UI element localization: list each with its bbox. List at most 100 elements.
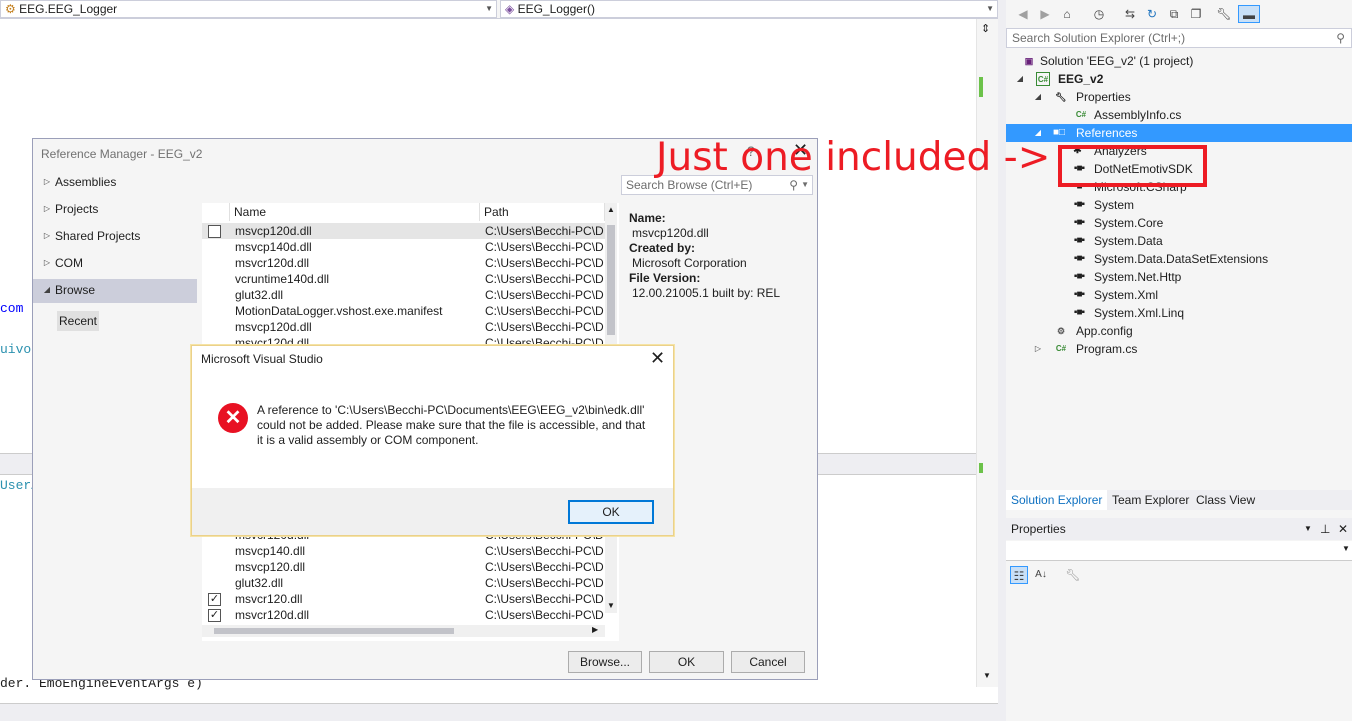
scroll-thumb[interactable] — [607, 225, 615, 335]
scroll-thumb[interactable] — [214, 628, 454, 634]
scroll-right-icon[interactable]: ▶ — [592, 625, 598, 634]
tree-item-reference[interactable]: ▪■▪ System.Data.DataSetExtensions — [1006, 250, 1352, 268]
tree-item-reference[interactable]: ▪■▪ System.Xml.Linq — [1006, 304, 1352, 322]
column-header-name[interactable]: Name — [230, 203, 480, 221]
tree-item-assemblyinfo[interactable]: C# AssemblyInfo.cs — [1006, 106, 1352, 124]
reference-icon: ▪■▪ — [1073, 217, 1085, 228]
preview-icon[interactable]: ▬ — [1238, 5, 1260, 23]
tree-item-label: AssemblyInfo.cs — [1094, 108, 1182, 122]
tree-item-references[interactable]: ◢ ■□ References — [1006, 124, 1352, 142]
editor-scrollbar[interactable]: ⇕ ▼ — [976, 19, 998, 687]
tree-item-reference[interactable]: ▪■▪ System.Net.Http — [1006, 268, 1352, 286]
category-com[interactable]: ▷ COM — [33, 252, 197, 276]
alphabetical-icon[interactable]: A↓ — [1032, 566, 1050, 584]
list-item[interactable]: msvcp120.dll C:\Users\Becchi-PC\D — [202, 559, 610, 575]
wrench-icon[interactable]: 🔧︎ — [1064, 566, 1082, 584]
tree-item-reference[interactable]: ▪■▪ System — [1006, 196, 1352, 214]
tree-item-label: Program.cs — [1076, 342, 1138, 356]
scroll-down-icon[interactable]: ▼ — [607, 601, 615, 610]
list-item[interactable]: msvcp120d.dll C:\Users\Becchi-PC\D — [202, 223, 610, 239]
expanded-arrow-icon[interactable]: ◢ — [1014, 70, 1026, 88]
cancel-button[interactable]: Cancel — [731, 651, 805, 673]
split-icon[interactable]: ⇕ — [981, 22, 990, 35]
home-icon[interactable]: ⌂ — [1058, 5, 1076, 23]
list-item[interactable]: msvcp120d.dll C:\Users\Becchi-PC\D — [202, 319, 610, 335]
list-horizontal-scrollbar[interactable]: ▶ — [202, 625, 605, 637]
solution-search-input[interactable]: Search Solution Explorer (Ctrl+;) ⚲ — [1006, 28, 1352, 48]
scroll-up-icon[interactable]: ▲ — [607, 205, 615, 214]
panel-divider[interactable] — [998, 0, 1006, 721]
search-icon[interactable]: ⚲ — [1336, 29, 1345, 47]
tree-item-appconfig[interactable]: ⚙ App.config — [1006, 322, 1352, 340]
ok-button[interactable]: OK — [568, 500, 654, 524]
collapsed-arrow-icon: ▷ — [43, 204, 51, 213]
reference-checkbox[interactable]: ✓ — [208, 609, 221, 622]
message-box-footer: OK — [192, 488, 673, 535]
dropdown-icon[interactable]: ▼ — [1304, 518, 1312, 540]
browse-recent-item[interactable]: Recent — [57, 311, 99, 331]
show-all-files-icon[interactable]: ❐ — [1187, 5, 1205, 23]
tab-solution-explorer[interactable]: Solution Explorer — [1006, 490, 1108, 510]
tree-item-project[interactable]: ◢ C# EEG_v2 — [1006, 70, 1352, 88]
reference-checkbox[interactable] — [208, 225, 221, 238]
explorer-tabs: Solution Explorer Team Explorer Class Vi… — [1006, 490, 1352, 510]
reference-icon: ▪■▪ — [1073, 199, 1085, 210]
collapsed-arrow-icon[interactable]: ▷ — [1032, 340, 1044, 358]
tree-item-properties[interactable]: ◢ 🔧︎ Properties — [1006, 88, 1352, 106]
list-item[interactable]: MotionDataLogger.vshost.exe.manifest C:\… — [202, 303, 610, 319]
properties-object-combo[interactable]: ▼ — [1006, 541, 1352, 561]
column-header-check[interactable] — [202, 203, 230, 221]
list-item[interactable]: glut32.dll C:\Users\Becchi-PC\D — [202, 287, 610, 303]
tab-team-explorer[interactable]: Team Explorer — [1107, 490, 1194, 510]
forward-icon[interactable]: ▶ — [1036, 5, 1054, 23]
collapsed-arrow-icon: ▷ — [43, 177, 51, 186]
member-combo[interactable]: ◈ EEG_Logger() ▼ — [500, 0, 998, 18]
column-header-path[interactable]: Path — [480, 203, 605, 221]
list-item[interactable]: vcruntime140d.dll C:\Users\Becchi-PC\D — [202, 271, 610, 287]
tree-item-reference[interactable]: ▪■▪ System.Xml — [1006, 286, 1352, 304]
collapse-all-icon[interactable]: ⧉ — [1165, 5, 1183, 23]
tree-item-reference[interactable]: ▪■▪ System.Data — [1006, 232, 1352, 250]
reference-name: msvcp140.dll — [235, 544, 306, 558]
pin-icon[interactable]: ⊥ — [1320, 518, 1330, 540]
ok-button[interactable]: OK — [649, 651, 724, 673]
category-assemblies[interactable]: ▷ Assemblies — [33, 171, 197, 195]
solution-explorer: ◀ ▶ ⌂ ◷ ⇆ ↻ ⧉ ❐ 🔧︎ ▬ Search Solution Exp… — [1006, 0, 1352, 721]
solution-icon: ▣ — [1024, 56, 1034, 66]
reference-path: C:\Users\Becchi-PC\D — [485, 592, 604, 606]
tree-item-solution[interactable]: ▣ Solution 'EEG_v2' (1 project) — [1006, 52, 1352, 70]
category-projects[interactable]: ▷ Projects — [33, 198, 197, 222]
code-fragment: uivo — [0, 342, 32, 357]
tab-class-view[interactable]: Class View — [1191, 490, 1260, 510]
tree-item-label: System.Core — [1094, 216, 1164, 230]
refresh-icon[interactable]: ↻ — [1143, 5, 1161, 23]
close-icon[interactable]: ✕ — [650, 348, 665, 369]
history-icon[interactable]: ◷ — [1090, 5, 1108, 23]
list-item[interactable]: ✓ msvcr120d.dll C:\Users\Becchi-PC\D — [202, 607, 610, 623]
close-icon[interactable]: ✕ — [1338, 518, 1348, 540]
list-item[interactable]: ✓ msvcr120.dll C:\Users\Becchi-PC\D — [202, 591, 610, 607]
back-icon[interactable]: ◀ — [1014, 5, 1032, 23]
collapsed-arrow-icon: ▷ — [43, 231, 51, 240]
expanded-arrow-icon[interactable]: ◢ — [1032, 88, 1044, 106]
category-shared-projects[interactable]: ▷ Shared Projects — [33, 225, 197, 249]
categorized-icon[interactable]: ☷ — [1010, 566, 1028, 584]
list-item[interactable]: msvcp140d.dll C:\Users\Becchi-PC\D — [202, 239, 610, 255]
reference-name: msvcp140d.dll — [235, 240, 312, 254]
config-file-icon: ⚙ — [1056, 326, 1066, 336]
category-label: COM — [55, 256, 83, 270]
sync-icon[interactable]: ⇆ — [1121, 5, 1139, 23]
wrench-icon[interactable]: 🔧︎ — [1215, 5, 1233, 23]
properties-grid — [1006, 588, 1352, 721]
type-combo[interactable]: ⚙ EEG.EEG_Logger ▼ — [0, 0, 497, 18]
tree-item-reference[interactable]: ▪■▪ System.Core — [1006, 214, 1352, 232]
list-item[interactable]: msvcp140.dll C:\Users\Becchi-PC\D — [202, 543, 610, 559]
category-browse[interactable]: ◢ Browse — [33, 279, 197, 303]
list-item[interactable]: glut32.dll C:\Users\Becchi-PC\D — [202, 575, 610, 591]
category-label: Projects — [55, 202, 99, 216]
browse-button[interactable]: Browse... — [568, 651, 642, 673]
scroll-down-icon[interactable]: ▼ — [983, 671, 991, 680]
reference-checkbox[interactable]: ✓ — [208, 593, 221, 606]
tree-item-programcs[interactable]: ▷ C# Program.cs — [1006, 340, 1352, 358]
list-item[interactable]: msvcr120d.dll C:\Users\Becchi-PC\D — [202, 255, 610, 271]
